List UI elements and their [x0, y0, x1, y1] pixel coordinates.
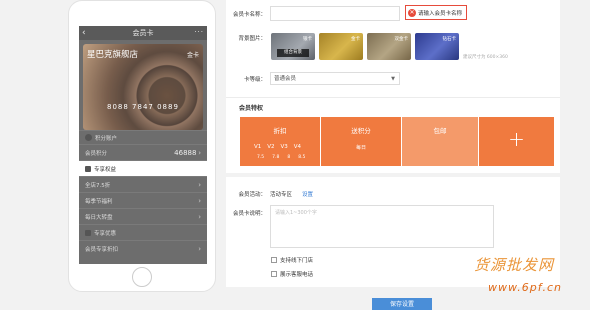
- level-v1: V1: [254, 144, 262, 150]
- background-option-diamond[interactable]: 钻石卡: [415, 33, 459, 60]
- tile-title: 包邮: [433, 127, 447, 135]
- section-offers: 专享优惠: [79, 224, 207, 240]
- level-v3: V3: [280, 144, 288, 150]
- section-points: 积分账户: [79, 130, 207, 144]
- checkbox-box[interactable]: [271, 271, 277, 277]
- background-label: 背景图片：: [238, 36, 266, 42]
- section-title: 专享优惠: [94, 230, 117, 237]
- benefits-panel: 会员特权 折扣 V1 V2 V3 V4 7.5 7.8 8 8.5 送积分 每日…: [226, 97, 560, 173]
- level-v2: V2: [267, 144, 275, 150]
- watermark: 货源批发网 www.6pf.cn: [474, 254, 590, 294]
- activity-settings-link[interactable]: 设置: [302, 190, 313, 198]
- level-v4: V4: [293, 144, 302, 150]
- background-option-silver[interactable]: 银卡 组合背景: [271, 33, 315, 60]
- phone-list: 积分账户 会员积分 46888 › 专享权益 全店7.5折 › 每季节福利 › …: [79, 130, 207, 256]
- watermark-main: 货源批发网: [474, 256, 555, 274]
- level-select[interactable]: 普通会员 ▼: [270, 72, 400, 85]
- card-level: 金卡: [186, 52, 199, 59]
- section-header: 专享权益: [85, 165, 116, 173]
- card-shop-name: 星巴克旗舰店: [87, 50, 139, 60]
- activity-value: 活动专区: [270, 192, 293, 198]
- phone-preview: ‹ 会员卡 ··· 星巴克旗舰店 金卡 8088 7847 0889 积分账户 …: [68, 0, 216, 292]
- list-item-points[interactable]: 会员积分 46888 ›: [79, 144, 207, 160]
- level-label: 卡等级：: [243, 77, 266, 83]
- error-icon: ✕: [408, 8, 416, 17]
- list-item-label: 全店7.5折: [85, 182, 111, 189]
- checkbox-box[interactable]: [271, 257, 277, 263]
- benefit-tiles: 折扣 V1 V2 V3 V4 7.5 7.8 8 8.5 送积分 每日 包邮 +: [240, 117, 554, 166]
- chevron-right-icon: ›: [198, 244, 201, 253]
- card-name-error: ✕ 请输入会员卡名称: [405, 5, 468, 20]
- add-benefit-button[interactable]: +: [479, 117, 554, 166]
- section-benefits: 专享权益: [79, 160, 207, 176]
- section-title: 专享权益: [94, 166, 117, 173]
- back-icon[interactable]: ‹: [82, 26, 86, 40]
- card-name-label: 会员卡名称：: [232, 12, 266, 18]
- activity-label: 会员活动：: [238, 192, 266, 198]
- checkbox-label: 展示客服电话: [280, 272, 314, 278]
- discount-v4: 8.5: [298, 155, 306, 160]
- benefit-tile-shipping[interactable]: 包邮: [402, 117, 479, 166]
- coupon-icon: [85, 229, 91, 236]
- discount-v1: 7.5: [257, 155, 265, 160]
- background-option-gold[interactable]: 金卡: [319, 33, 363, 60]
- tile-sub: 每日: [355, 145, 366, 151]
- benefits-title: 会员特权: [239, 105, 264, 112]
- card-name-input[interactable]: [270, 6, 400, 21]
- benefit-tile-discount[interactable]: 折扣 V1 V2 V3 V4 7.5 7.8 8 8.5: [240, 117, 321, 166]
- chevron-right-icon: ›: [198, 196, 201, 205]
- lock-icon: [85, 165, 91, 172]
- tile-title: 送积分: [351, 127, 371, 135]
- discount-v3: 8: [287, 155, 291, 160]
- background-label-text: 钻石卡: [442, 37, 457, 42]
- benefit-tile-points[interactable]: 送积分 每日: [321, 117, 402, 166]
- list-item-season-gift[interactable]: 每季节福利 ›: [79, 192, 207, 208]
- card-number: 8088 7847 0889: [107, 103, 179, 111]
- page: ‹ 会员卡 ··· 星巴克旗舰店 金卡 8088 7847 0889 积分账户 …: [0, 0, 590, 310]
- error-text: 请输入会员卡名称: [418, 10, 463, 17]
- background-label-text: 银卡: [303, 37, 312, 42]
- background-label-text: 金卡: [351, 37, 360, 42]
- chevron-right-icon: ›: [198, 180, 201, 189]
- watermark-url: www.6pf.cn: [488, 281, 562, 294]
- phone-screen: ‹ 会员卡 ··· 星巴克旗舰店 金卡 8088 7847 0889 积分账户 …: [79, 26, 207, 264]
- more-icon[interactable]: ···: [194, 26, 204, 39]
- phone-header-title: 会员卡: [132, 29, 154, 37]
- save-button[interactable]: 保存设置: [372, 298, 432, 310]
- list-item-value: 46888 ›: [174, 148, 201, 157]
- background-caption[interactable]: 组合背景: [277, 49, 309, 57]
- list-item-offer[interactable]: 会员专享折扣 ›: [79, 240, 207, 256]
- account-icon: [85, 134, 92, 141]
- list-item-wheel[interactable]: 每日大转盘 ›: [79, 208, 207, 224]
- list-item-label: 每日大转盘: [85, 214, 113, 221]
- description-placeholder: 请输入1~300个字: [275, 210, 317, 216]
- discount-v2: 7.8: [272, 155, 280, 160]
- description-label: 会员卡说明：: [232, 211, 266, 217]
- description-textarea[interactable]: 请输入1~300个字: [270, 205, 494, 248]
- member-card-preview: 星巴克旗舰店 金卡 8088 7847 0889: [83, 44, 203, 130]
- service-phone-checkbox[interactable]: 展示客服电话: [271, 270, 313, 278]
- phone-header: ‹ 会员卡 ···: [79, 26, 207, 40]
- discount-levels: V1 V2 V3 V4: [254, 144, 301, 150]
- tile-title: 折扣: [273, 127, 287, 135]
- list-item-label: 会员积分: [85, 150, 108, 157]
- size-hint: 建议尺寸为 600×360: [463, 55, 508, 60]
- background-label-text: 双金卡: [394, 37, 409, 42]
- offline-store-checkbox[interactable]: 支持线下门店: [271, 256, 313, 264]
- home-button[interactable]: [132, 267, 152, 287]
- list-item-label: 会员专享折扣: [85, 246, 119, 253]
- background-option-double-gold[interactable]: 双金卡: [367, 33, 411, 60]
- list-item-discount[interactable]: 全店7.5折 ›: [79, 176, 207, 192]
- level-value: 普通会员: [274, 76, 297, 82]
- plus-icon: +: [508, 127, 525, 151]
- checkbox-label: 支持线下门店: [280, 258, 314, 264]
- list-item-label: 每季节福利: [85, 198, 113, 205]
- discount-values: 7.5 7.8 8 8.5: [257, 155, 305, 160]
- chevron-right-icon: ›: [198, 212, 201, 221]
- chevron-down-icon: ▼: [391, 76, 395, 82]
- chevron-right-icon: ›: [198, 148, 201, 157]
- section-title: 积分账户: [95, 135, 118, 142]
